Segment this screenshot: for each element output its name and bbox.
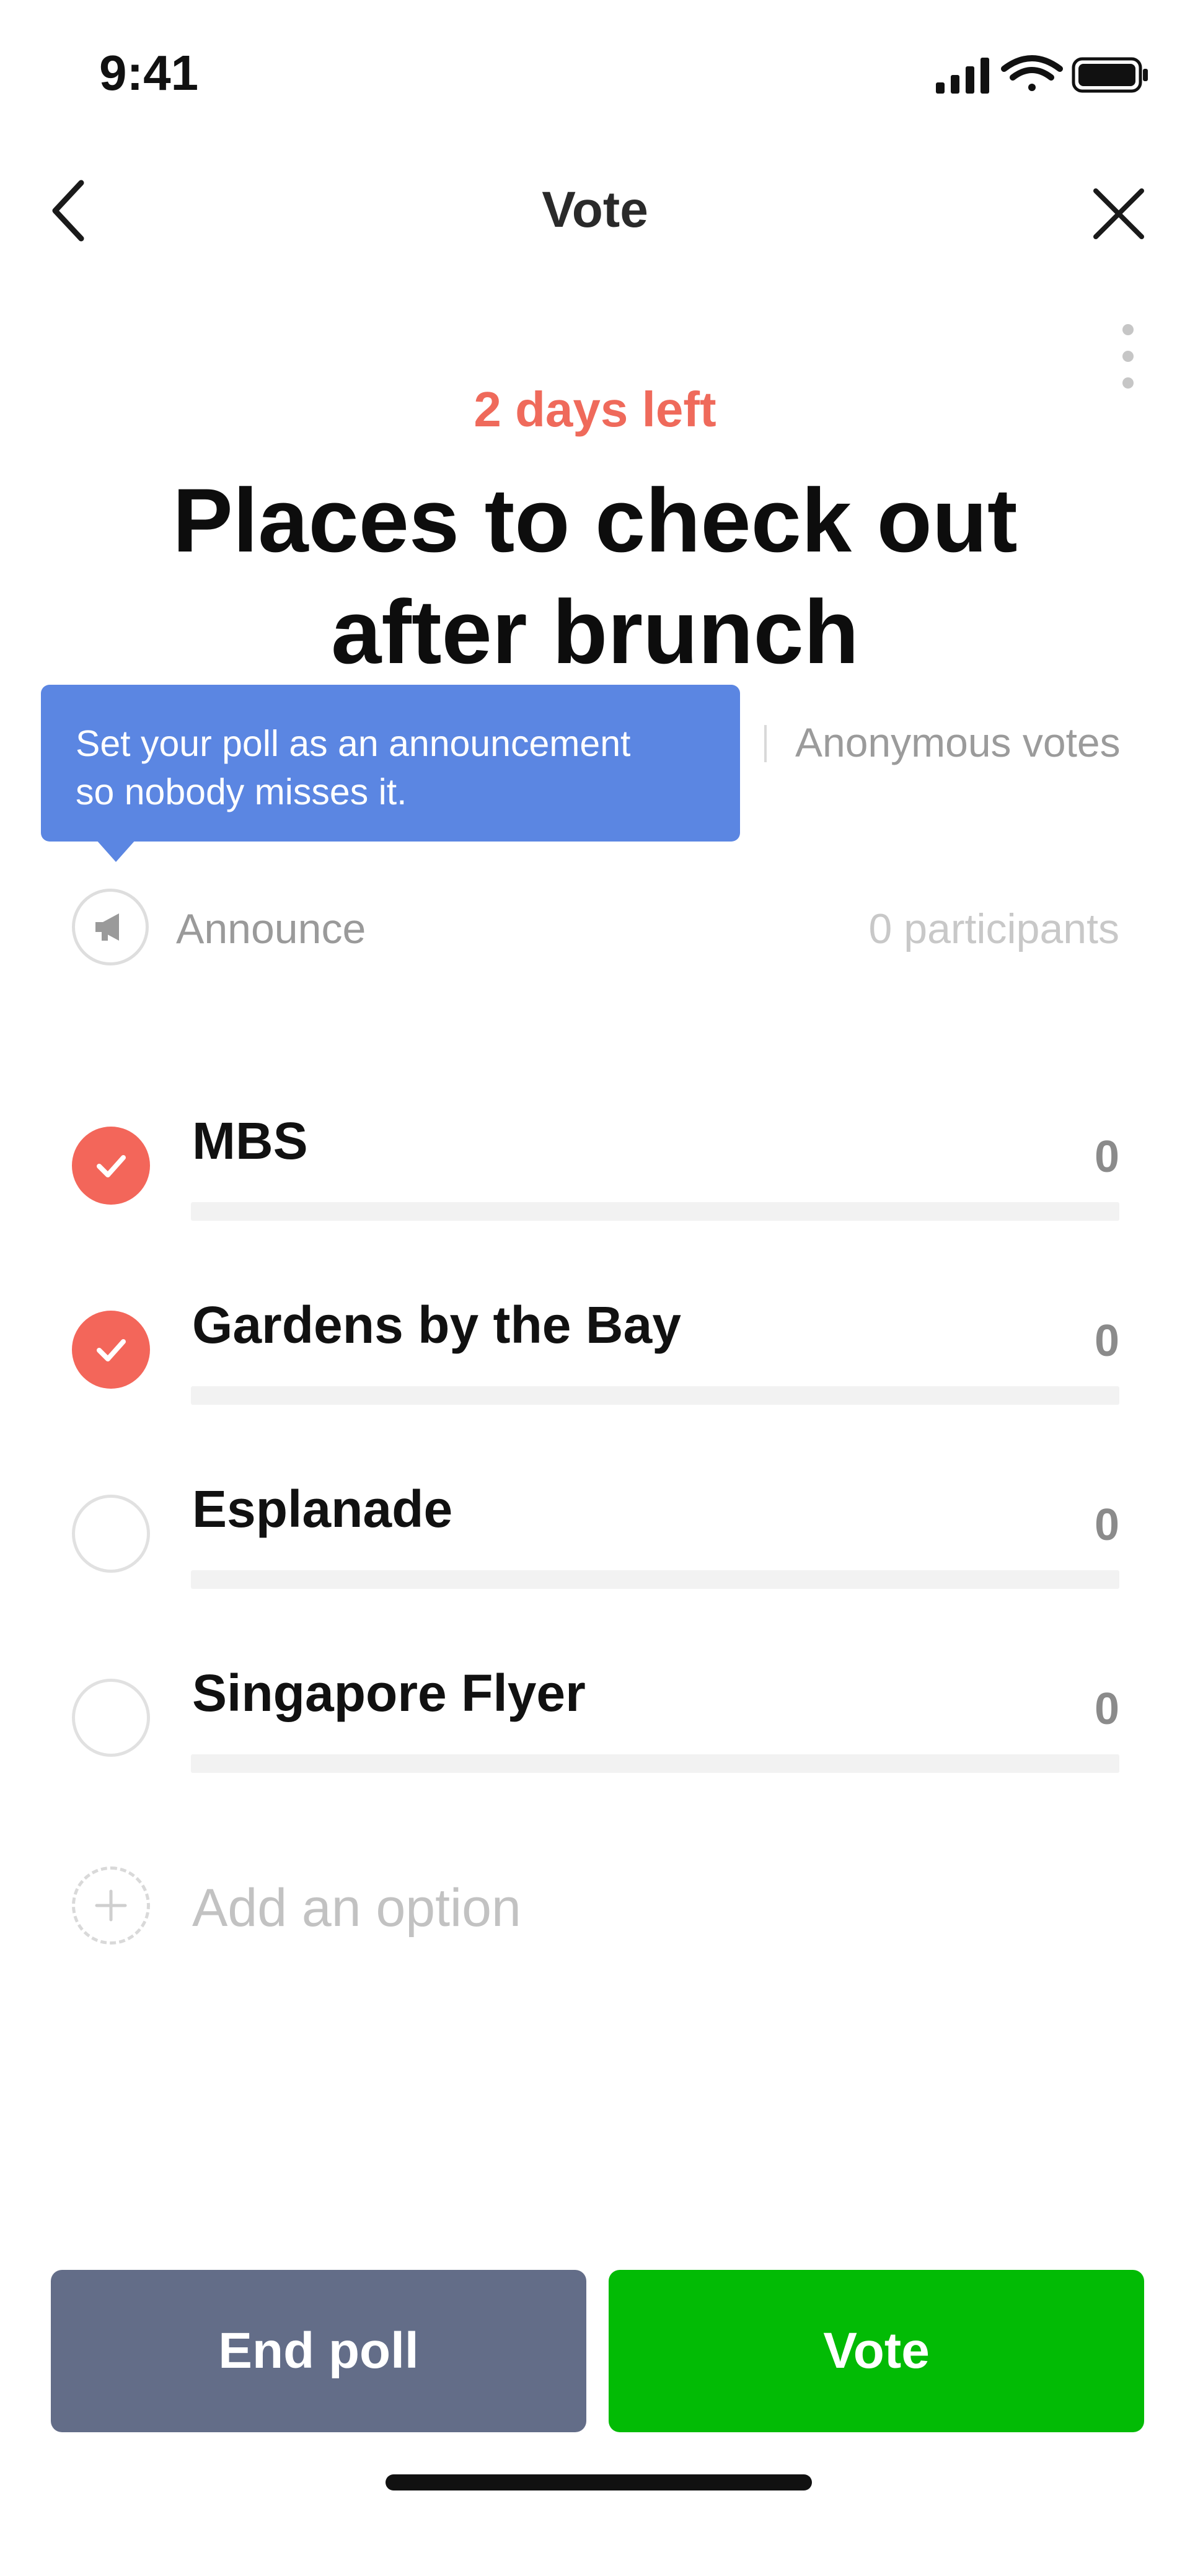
option-progress-bar [191, 1386, 1119, 1405]
signal-icon [936, 58, 989, 94]
anonymous-votes-label: Anonymous votes [795, 719, 1121, 765]
option-checkbox[interactable] [72, 1679, 150, 1757]
option-progress-bar [191, 1202, 1119, 1221]
announce-button[interactable] [72, 889, 149, 965]
megaphone-icon [95, 913, 119, 941]
option-progress-bar [191, 1754, 1119, 1773]
status-time: 9:41 [99, 45, 199, 100]
option-vote-count: 0 [1094, 1132, 1119, 1182]
back-chevron-icon[interactable] [46, 177, 96, 245]
option-vote-count: 0 [1094, 1500, 1119, 1550]
poll-title-line-1: Places to check out [172, 470, 1018, 571]
tooltip-tail [96, 840, 136, 862]
battery-icon [1072, 57, 1148, 93]
option-checkbox[interactable] [72, 1127, 150, 1205]
vote-button[interactable]: Vote [609, 2270, 1144, 2432]
poll-title-line-2: after brunch [331, 581, 859, 682]
check-icon [97, 1155, 126, 1177]
option-label[interactable]: MBS [192, 1111, 308, 1171]
announce-label[interactable]: Announce [176, 905, 366, 953]
option-checkbox[interactable] [72, 1495, 150, 1573]
status-icons [936, 55, 1148, 94]
check-icon [97, 1339, 126, 1361]
announcement-tooltip[interactable]: Set your poll as an announcement so nobo… [41, 685, 740, 842]
tooltip-line-2: so nobody misses it. [76, 771, 407, 812]
option-label[interactable]: Esplanade [192, 1479, 452, 1539]
page-title: Vote [542, 182, 648, 238]
option-vote-count: 0 [1094, 1684, 1119, 1734]
option-label[interactable]: Singapore Flyer [192, 1663, 586, 1723]
deadline-label: 2 days left [474, 382, 716, 437]
option-checkbox[interactable] [72, 1311, 150, 1389]
add-option-button[interactable] [72, 1866, 150, 1945]
poll-title: Places to check out after brunch [112, 465, 1078, 688]
option-progress-bar [191, 1570, 1119, 1589]
wifi-icon [1001, 55, 1063, 91]
participants-count: 0 participants [868, 905, 1119, 952]
option-vote-count: 0 [1094, 1316, 1119, 1366]
close-icon[interactable] [1085, 180, 1153, 248]
meta-divider [764, 725, 767, 762]
plus-icon [95, 1889, 127, 1922]
end-poll-button[interactable]: End poll [51, 2270, 586, 2432]
more-vertical-icon[interactable] [1116, 322, 1140, 390]
tooltip-line-1: Set your poll as an announcement [76, 723, 631, 764]
home-indicator [386, 2474, 812, 2490]
option-label[interactable]: Gardens by the Bay [192, 1295, 681, 1355]
add-option-input[interactable]: Add an option [192, 1878, 521, 1939]
